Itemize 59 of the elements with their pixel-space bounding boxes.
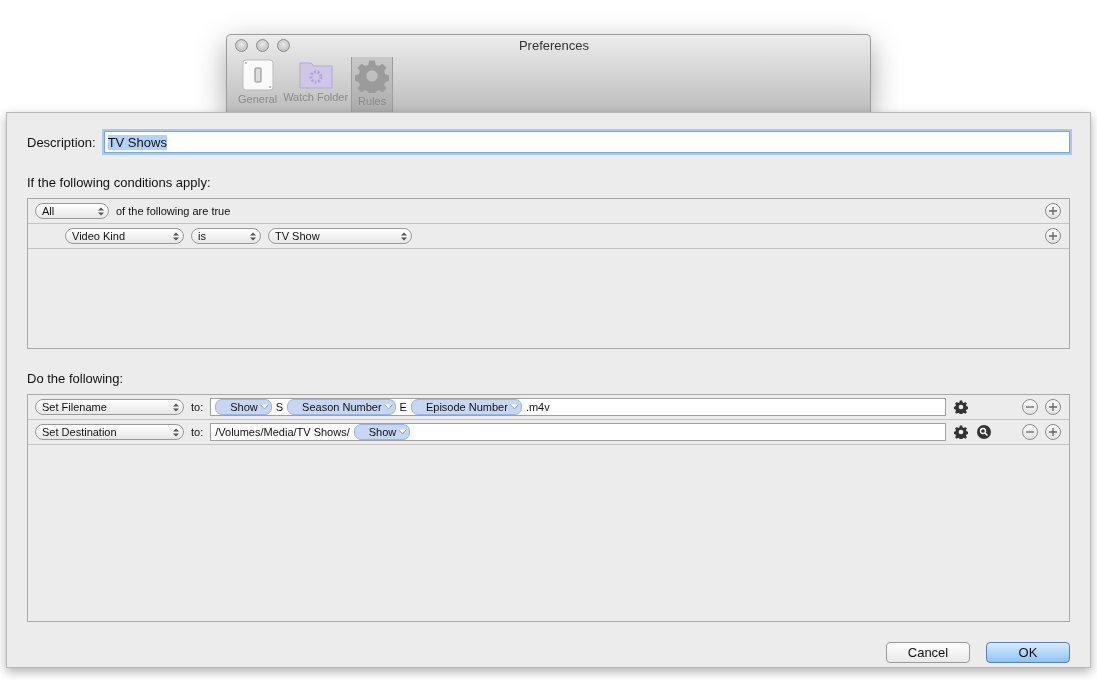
token-field[interactable]: Show S Season Number E Episode Number .m4v (210, 398, 946, 416)
light-switch-icon (241, 58, 274, 91)
gear-icon (954, 400, 968, 414)
variable-token[interactable]: Episode Number (410, 399, 522, 415)
token-text: .m4v (525, 401, 550, 413)
close-button[interactable] (235, 39, 248, 53)
gear-button[interactable] (953, 424, 969, 440)
variable-token[interactable]: Season Number (287, 399, 396, 415)
minimize-button[interactable] (256, 39, 269, 53)
chevron-down-icon (383, 404, 393, 410)
description-field[interactable]: TV Shows (103, 131, 1070, 153)
value-popup[interactable]: TV Show (268, 228, 412, 244)
ok-button[interactable]: OK (986, 642, 1070, 663)
minus-icon (1026, 403, 1034, 411)
gear-icon (954, 425, 968, 439)
gear-button[interactable] (953, 399, 969, 415)
updown-arrows-icon (98, 206, 104, 216)
updown-arrows-icon (173, 427, 179, 437)
token-text: E (399, 401, 407, 413)
chevron-down-icon (398, 429, 408, 435)
add-button[interactable] (1045, 203, 1061, 219)
plus-icon (1049, 207, 1057, 215)
field-popup[interactable]: Video Kind (65, 228, 184, 244)
match-popup[interactable]: All (35, 203, 109, 219)
plus-icon (1049, 428, 1057, 436)
chevron-down-icon (509, 404, 519, 410)
plus-icon (1049, 403, 1057, 411)
window-title: Preferences (517, 38, 591, 54)
actions-heading: Do the following: (27, 371, 125, 386)
zoom-button[interactable] (277, 39, 290, 53)
token-text: /Volumes/Media/TV Shows/ (215, 426, 350, 438)
variable-token[interactable]: Show (353, 424, 411, 440)
chevron-down-icon (259, 404, 269, 410)
minus-icon (1026, 428, 1034, 436)
add-button[interactable] (1045, 424, 1061, 440)
to-label: to: (191, 401, 204, 413)
add-button[interactable] (1045, 399, 1061, 415)
plus-icon (1049, 232, 1057, 240)
magnifier-icon (977, 425, 991, 439)
add-button[interactable] (1045, 228, 1061, 244)
match-text: of the following are true (116, 205, 231, 217)
gear-icon (355, 58, 390, 93)
updown-arrows-icon (401, 231, 407, 241)
cancel-button[interactable]: Cancel (886, 642, 970, 663)
token-field[interactable]: /Volumes/Media/TV Shows/ Show (210, 423, 946, 441)
updown-arrows-icon (173, 402, 179, 412)
description-label: Description: (27, 134, 96, 150)
action-popup[interactable]: Set Filename (35, 399, 184, 415)
updown-arrows-icon (173, 231, 179, 241)
variable-token[interactable]: Show (215, 399, 272, 415)
search-button[interactable] (976, 424, 992, 440)
conditions-heading: If the following conditions apply: (27, 175, 212, 190)
remove-button[interactable] (1022, 424, 1038, 440)
remove-button[interactable] (1022, 399, 1038, 415)
to-label: to: (191, 426, 204, 438)
operator-popup[interactable]: is (191, 228, 261, 244)
updown-arrows-icon (250, 231, 256, 241)
token-text: S (275, 401, 284, 413)
action-popup[interactable]: Set Destination (35, 424, 184, 440)
